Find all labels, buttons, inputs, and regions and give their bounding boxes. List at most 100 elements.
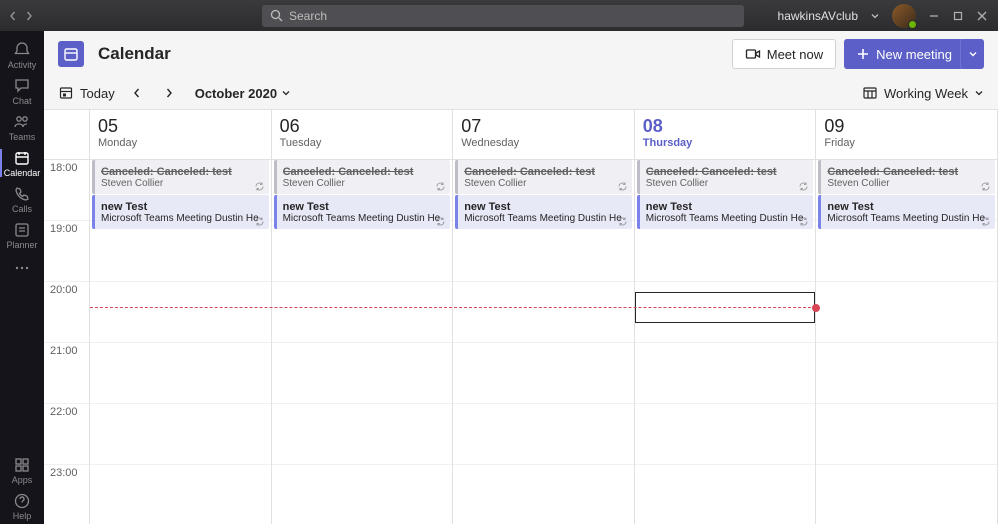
rail-label: Chat xyxy=(12,96,31,106)
rail-help[interactable]: Help xyxy=(0,488,44,524)
search-icon xyxy=(270,9,283,22)
day-column[interactable]: 05MondayCanceled: Canceled: testSteven C… xyxy=(90,110,272,524)
back-button[interactable] xyxy=(8,11,18,21)
calendar-badge-icon xyxy=(58,41,84,67)
rail-activity[interactable]: Activity xyxy=(0,37,44,73)
day-header: 06Tuesday xyxy=(272,110,453,160)
event-meeting[interactable]: new TestMicrosoft Teams Meeting Dustin H… xyxy=(455,195,632,229)
close-button[interactable] xyxy=(976,10,988,22)
event-canceled[interactable]: Canceled: Canceled: testSteven Collier xyxy=(274,160,451,194)
event-details: Microsoft Teams Meeting Dustin He xyxy=(646,213,808,224)
time-label: 21:00 xyxy=(44,343,89,404)
recurring-icon xyxy=(798,181,809,192)
month-picker[interactable]: October 2020 xyxy=(195,86,291,101)
new-meeting-dropdown[interactable] xyxy=(960,39,984,69)
rail-chat[interactable]: Chat xyxy=(0,73,44,109)
rail-label: Calendar xyxy=(4,168,41,178)
titlebar: hawkinsAVclub xyxy=(0,0,998,31)
rail-calls[interactable]: Calls xyxy=(0,181,44,217)
day-header: 09Friday xyxy=(816,110,997,160)
recurring-icon xyxy=(254,181,265,192)
main: Calendar Meet now New meeting xyxy=(44,31,998,524)
day-number: 08 xyxy=(643,116,808,137)
day-body[interactable]: Canceled: Canceled: testSteven Collierne… xyxy=(635,160,816,524)
event-title: Canceled: Canceled: test xyxy=(646,166,808,178)
day-body[interactable]: Canceled: Canceled: testSteven Collierne… xyxy=(816,160,997,524)
prev-week-button[interactable] xyxy=(127,83,147,103)
view-label: Working Week xyxy=(884,86,968,101)
time-label: 23:00 xyxy=(44,465,89,524)
event-title: new Test xyxy=(283,201,445,213)
event-meeting[interactable]: new TestMicrosoft Teams Meeting Dustin H… xyxy=(92,195,269,229)
day-column[interactable]: 09FridayCanceled: Canceled: testSteven C… xyxy=(816,110,998,524)
day-column[interactable]: 06TuesdayCanceled: Canceled: testSteven … xyxy=(272,110,454,524)
event-title: Canceled: Canceled: test xyxy=(464,166,626,178)
event-details: Microsoft Teams Meeting Dustin He xyxy=(101,213,263,224)
button-label: New meeting xyxy=(876,47,952,62)
event-organizer: Steven Collier xyxy=(646,178,808,189)
day-body[interactable]: Canceled: Canceled: testSteven Collierne… xyxy=(90,160,271,524)
day-name: Thursday xyxy=(643,137,808,149)
event-organizer: Steven Collier xyxy=(827,178,989,189)
day-column[interactable]: 07WednesdayCanceled: Canceled: testSteve… xyxy=(453,110,635,524)
event-organizer: Steven Collier xyxy=(283,178,445,189)
today-button[interactable]: Today xyxy=(58,85,115,101)
event-title: new Test xyxy=(646,201,808,213)
next-week-button[interactable] xyxy=(159,83,179,103)
calendar-toolbar: Today October 2020 Working Week xyxy=(44,77,998,109)
recurring-icon xyxy=(254,216,265,227)
event-title: new Test xyxy=(464,201,626,213)
rail-calendar[interactable]: Calendar xyxy=(0,145,44,181)
maximize-button[interactable] xyxy=(952,10,964,22)
day-body[interactable]: Canceled: Canceled: testSteven Collierne… xyxy=(453,160,634,524)
rail-more[interactable] xyxy=(13,259,31,277)
chevron-down-icon[interactable] xyxy=(870,11,880,21)
event-canceled[interactable]: Canceled: Canceled: testSteven Collier xyxy=(455,160,632,194)
month-label: October 2020 xyxy=(195,86,277,101)
event-meeting[interactable]: new TestMicrosoft Teams Meeting Dustin H… xyxy=(818,195,995,229)
event-canceled[interactable]: Canceled: Canceled: testSteven Collier xyxy=(92,160,269,194)
event-meeting[interactable]: new TestMicrosoft Teams Meeting Dustin H… xyxy=(637,195,814,229)
day-column[interactable]: 08ThursdayCanceled: Canceled: testSteven… xyxy=(635,110,817,524)
day-number: 06 xyxy=(280,116,445,137)
rail-planner[interactable]: Planner xyxy=(0,217,44,253)
day-body[interactable]: Canceled: Canceled: testSteven Collierne… xyxy=(272,160,453,524)
day-header: 08Thursday xyxy=(635,110,816,160)
calendar-grid: 18:0019:0020:0021:0022:0023:00 05MondayC… xyxy=(44,109,998,524)
meet-now-button[interactable]: Meet now xyxy=(732,39,836,69)
recurring-icon xyxy=(980,216,991,227)
recurring-icon xyxy=(980,181,991,192)
minimize-button[interactable] xyxy=(928,10,940,22)
event-canceled[interactable]: Canceled: Canceled: testSteven Collier xyxy=(818,160,995,194)
event-canceled[interactable]: Canceled: Canceled: testSteven Collier xyxy=(637,160,814,194)
view-icon xyxy=(862,85,878,101)
event-meeting[interactable]: new TestMicrosoft Teams Meeting Dustin H… xyxy=(274,195,451,229)
search-box[interactable] xyxy=(262,5,744,27)
video-icon xyxy=(745,46,761,62)
page-title: Calendar xyxy=(98,44,171,64)
rail-apps[interactable]: Apps xyxy=(0,452,44,488)
page-header: Calendar Meet now New meeting xyxy=(44,31,998,77)
time-label: 18:00 xyxy=(44,160,89,221)
button-label: Today xyxy=(80,86,115,101)
rail-label: Help xyxy=(13,511,32,521)
rail-label: Apps xyxy=(12,475,33,485)
today-icon xyxy=(58,85,74,101)
forward-button[interactable] xyxy=(24,11,34,21)
view-selector[interactable]: Working Week xyxy=(862,85,984,101)
day-name: Friday xyxy=(824,137,989,149)
event-details: Microsoft Teams Meeting Dustin He xyxy=(464,213,626,224)
search-input[interactable] xyxy=(289,9,736,23)
current-time-line xyxy=(90,307,816,308)
username-label[interactable]: hawkinsAVclub xyxy=(778,9,858,23)
recurring-icon xyxy=(435,181,446,192)
presence-available-icon xyxy=(908,20,917,29)
rail-label: Planner xyxy=(6,240,37,250)
avatar[interactable] xyxy=(892,4,916,28)
day-number: 05 xyxy=(98,116,263,137)
time-label: 20:00 xyxy=(44,282,89,343)
time-label: 22:00 xyxy=(44,404,89,465)
new-meeting-button[interactable]: New meeting xyxy=(844,39,964,69)
rail-teams[interactable]: Teams xyxy=(0,109,44,145)
chevron-down-icon xyxy=(974,88,984,98)
